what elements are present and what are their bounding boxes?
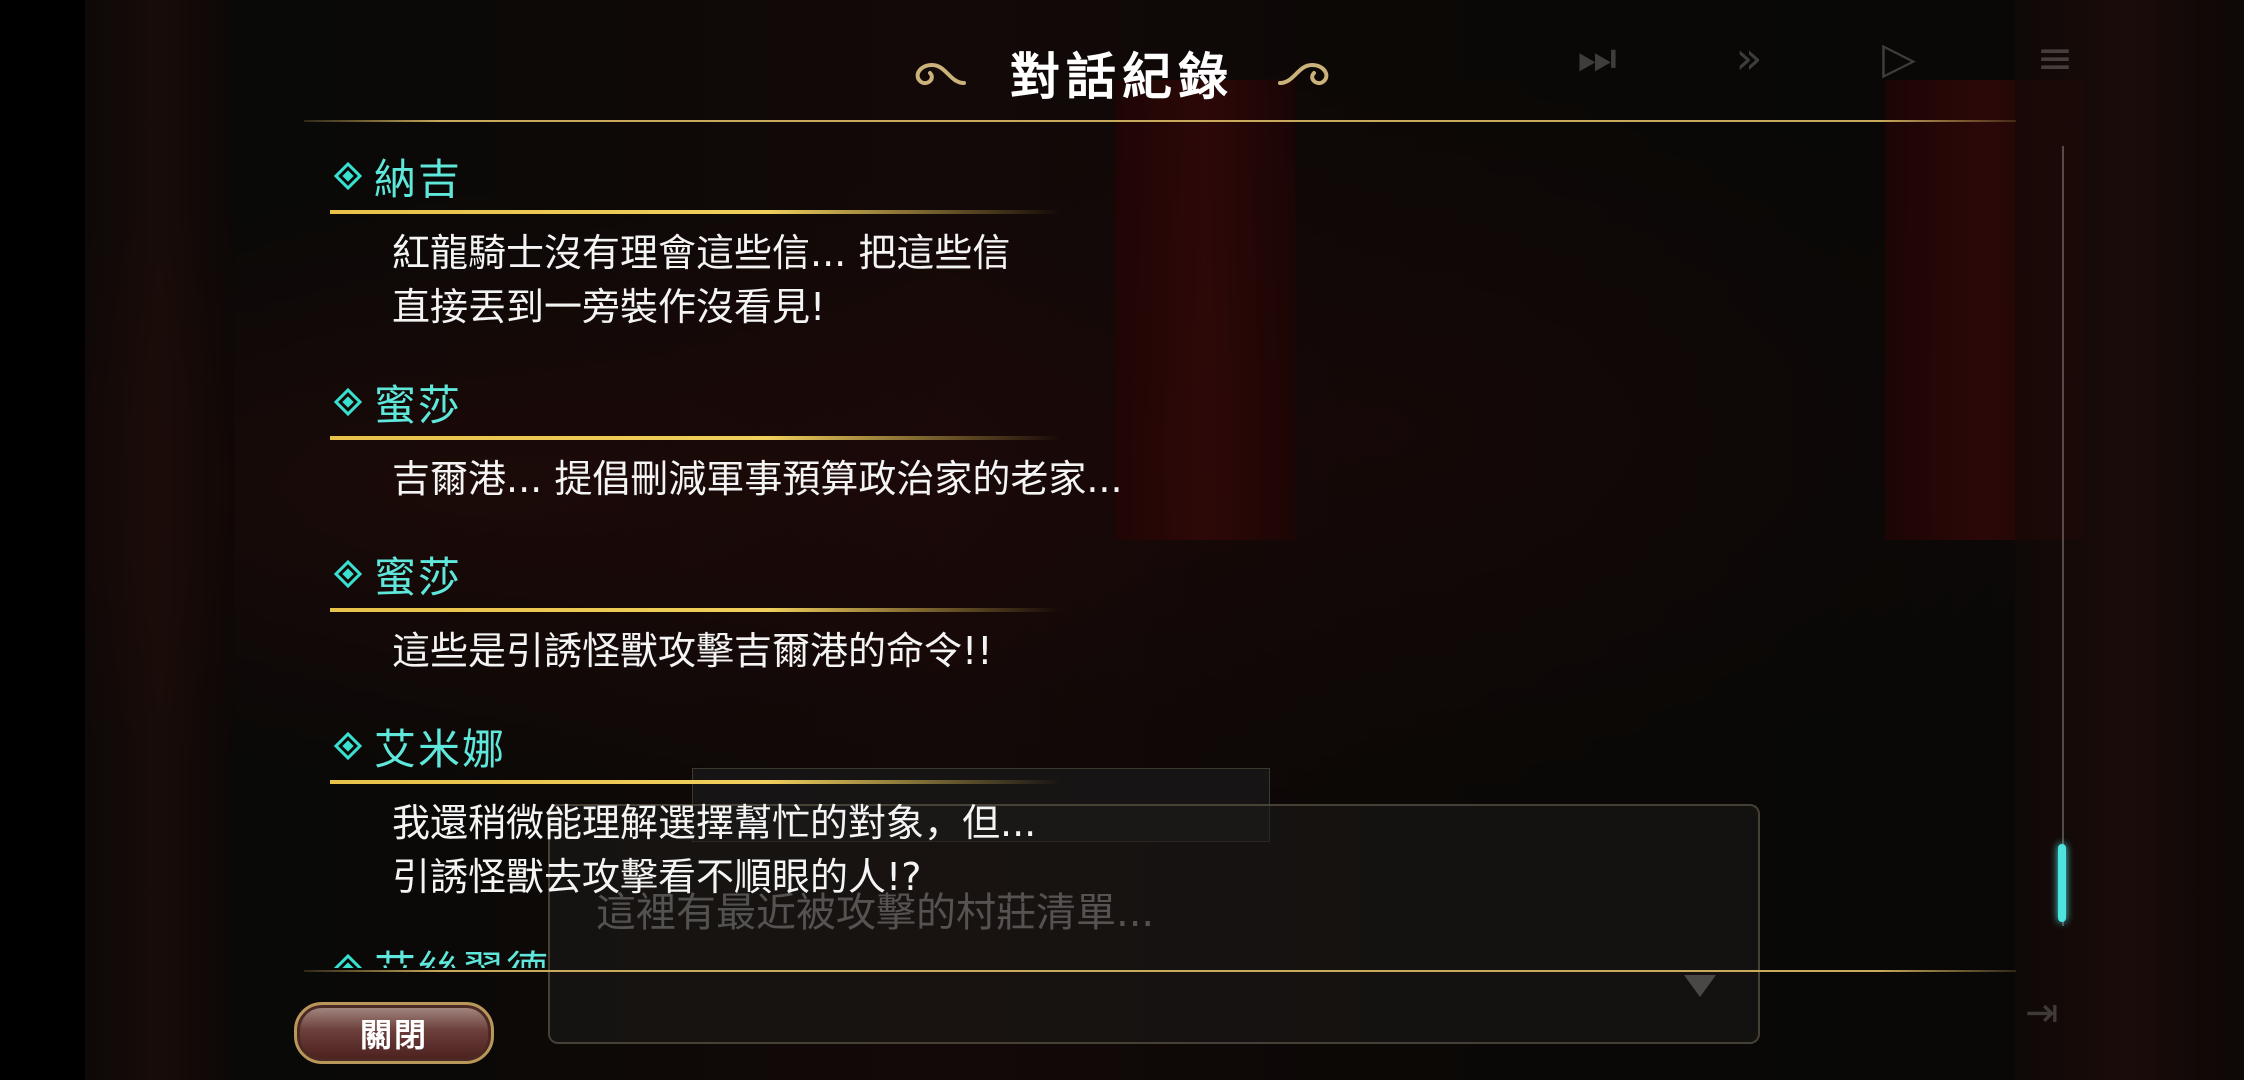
log-entry: 蜜莎 吉爾港... 提倡刪減軍事預算政治家的老家... (330, 372, 1123, 506)
log-entry: 蜜莎 這些是引誘怪獸攻擊吉爾港的命令!! (330, 544, 1060, 678)
speaker-name: 蜜莎 (374, 552, 463, 602)
speaker-diamond-icon (333, 161, 363, 191)
speaker-diamond-icon (333, 559, 363, 589)
speaker-underline (330, 436, 1060, 440)
scrollbar-thumb[interactable] (2058, 844, 2066, 922)
scrollbar-track[interactable] (2062, 146, 2064, 926)
speaker-name: 艾絲翠德 (374, 938, 550, 969)
speaker-name: 蜜莎 (374, 380, 463, 430)
log-entry: 艾絲翠德 (330, 938, 550, 968)
skip-to-end-icon: ⇥ (2025, 990, 2059, 1036)
log-entry: 納吉 紅龍騎士沒有理會這些信... 把這些信 直接丟到一旁裝作沒看見! (330, 146, 1060, 334)
dialogue-line: 我還稍微能理解選擇幫忙的對象，但... (392, 801, 1037, 845)
footer-divider (304, 970, 2016, 972)
close-button[interactable]: 關閉 (294, 1002, 494, 1064)
log-title: 對話紀錄 (1010, 48, 1234, 106)
dialogue-line: 引誘怪獸去攻擊看不順眼的人!? (392, 855, 922, 899)
header-divider (304, 120, 2016, 122)
dialogue-line: 吉爾港... 提倡刪減軍事預算政治家的老家... (392, 457, 1123, 501)
speaker-diamond-icon (333, 387, 363, 417)
speaker-underline (330, 780, 1060, 784)
log-list[interactable]: 納吉 紅龍騎士沒有理會這些信... 把這些信 直接丟到一旁裝作沒看見! 蜜莎 吉… (300, 126, 2020, 968)
speaker-underline (330, 608, 1060, 612)
right-ornament-icon (1278, 62, 1329, 86)
speaker-name: 艾米娜 (374, 724, 507, 774)
dialogue-line: 這些是引誘怪獸攻擊吉爾港的命令!! (392, 629, 993, 673)
next-arrow-icon (1684, 975, 1716, 997)
dialogue-line: 紅龍騎士沒有理會這些信... 把這些信 (392, 231, 1011, 275)
left-ornament-icon (915, 62, 966, 86)
dialogue-line: 直接丟到一旁裝作沒看見! (392, 285, 826, 329)
log-entry: 艾米娜 我還稍微能理解選擇幫忙的對象，但... 引誘怪獸去攻擊看不順眼的人!? (330, 716, 1060, 904)
speaker-diamond-icon (333, 731, 363, 761)
log-header: 對話紀錄 (0, 38, 2244, 108)
speaker-diamond-icon (333, 953, 363, 968)
speaker-name: 納吉 (374, 154, 463, 204)
speaker-underline (330, 210, 1060, 214)
